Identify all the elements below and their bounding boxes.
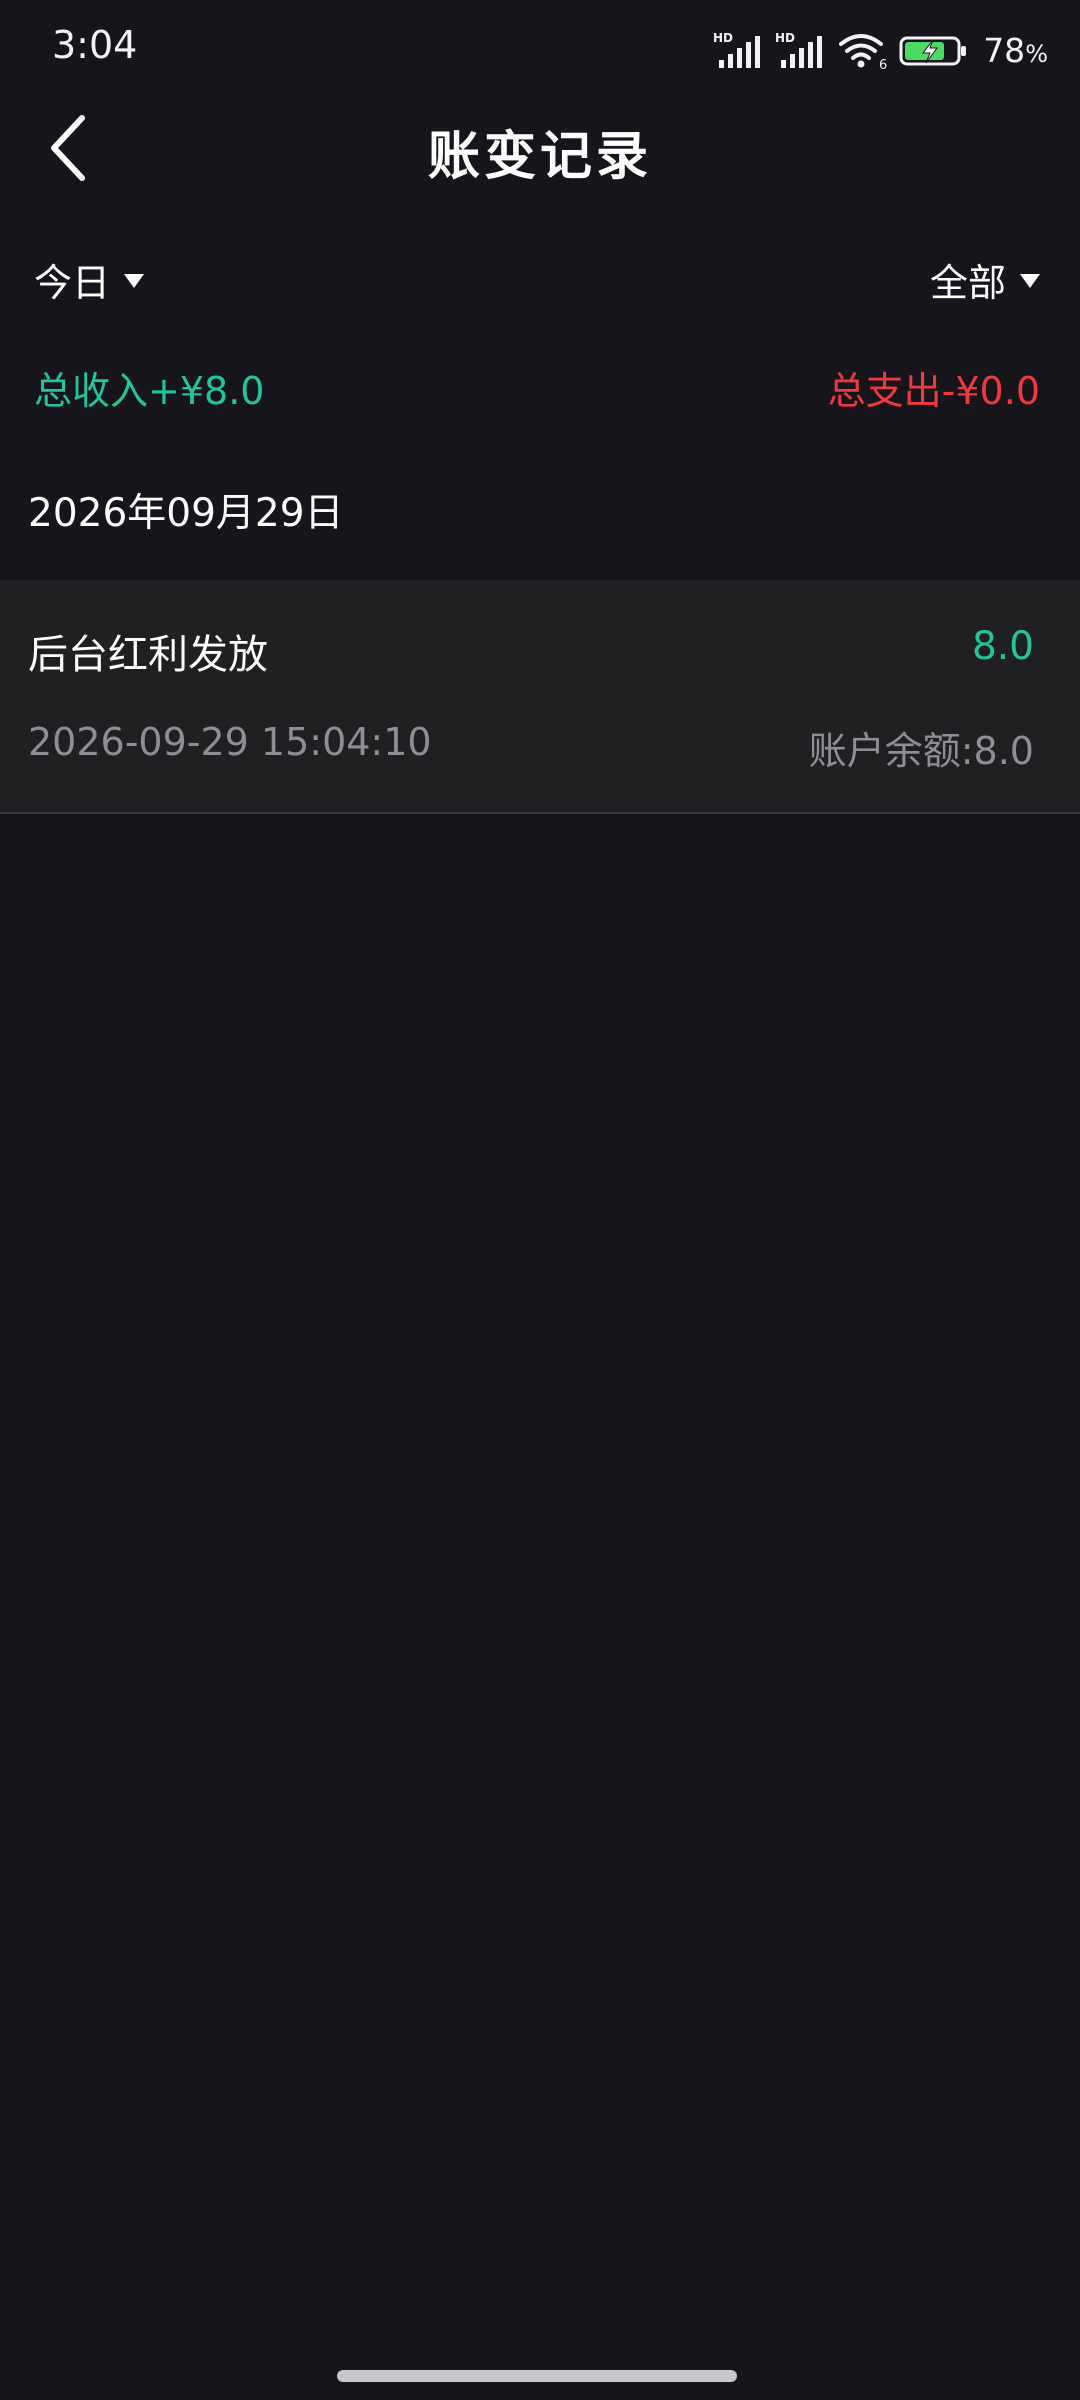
status-bar: 3:04 HD HD 6 78% bbox=[0, 0, 1080, 100]
transaction-record[interactable]: 后台红利发放 8.0 2026-09-29 15:04:10 账户余额:8.0 bbox=[0, 580, 1080, 814]
page-title: 账变记录 bbox=[427, 127, 652, 187]
wifi-badge: 6 bbox=[879, 58, 887, 70]
total-expense: 总支出-¥0.0 bbox=[827, 369, 1040, 413]
battery-percent-value: 78 bbox=[983, 30, 1026, 70]
signal2-label: HD bbox=[775, 31, 795, 45]
category-filter-dropdown[interactable]: 全部 bbox=[930, 252, 1040, 307]
record-timestamp: 2026-09-29 15:04:10 bbox=[28, 720, 432, 764]
wifi-icon: 6 bbox=[839, 34, 887, 70]
battery-percent: 78% bbox=[983, 31, 1048, 70]
period-filter-label: 今日 bbox=[34, 261, 111, 305]
caret-down-icon bbox=[1020, 273, 1040, 288]
period-filter-dropdown[interactable]: 今日 bbox=[34, 252, 145, 307]
caret-down-icon bbox=[124, 273, 145, 288]
battery-percent-sign: % bbox=[1025, 39, 1048, 68]
record-balance: 账户余额:8.0 bbox=[808, 729, 1034, 773]
status-icons: HD HD 6 78% bbox=[713, 28, 1048, 72]
header-bar: 账变记录 bbox=[0, 100, 1080, 195]
date-group-heading: 2026年09月29日 bbox=[28, 491, 344, 536]
home-indicator[interactable] bbox=[337, 2370, 737, 2382]
record-amount: 8.0 bbox=[971, 624, 1034, 669]
signal1-label: HD bbox=[713, 31, 733, 45]
hd-signal-icon: HD bbox=[713, 31, 761, 68]
battery-charging-icon bbox=[899, 36, 967, 66]
record-title: 后台红利发放 bbox=[28, 632, 268, 678]
status-time: 3:04 bbox=[52, 23, 138, 67]
total-income: 总收入+¥8.0 bbox=[34, 369, 265, 413]
filter-row: 今日 全部 bbox=[0, 240, 1080, 310]
category-filter-label: 全部 bbox=[929, 261, 1006, 305]
hd-signal-icon: HD bbox=[775, 31, 823, 68]
totals-row: 总收入+¥8.0 总支出-¥0.0 bbox=[0, 350, 1080, 420]
